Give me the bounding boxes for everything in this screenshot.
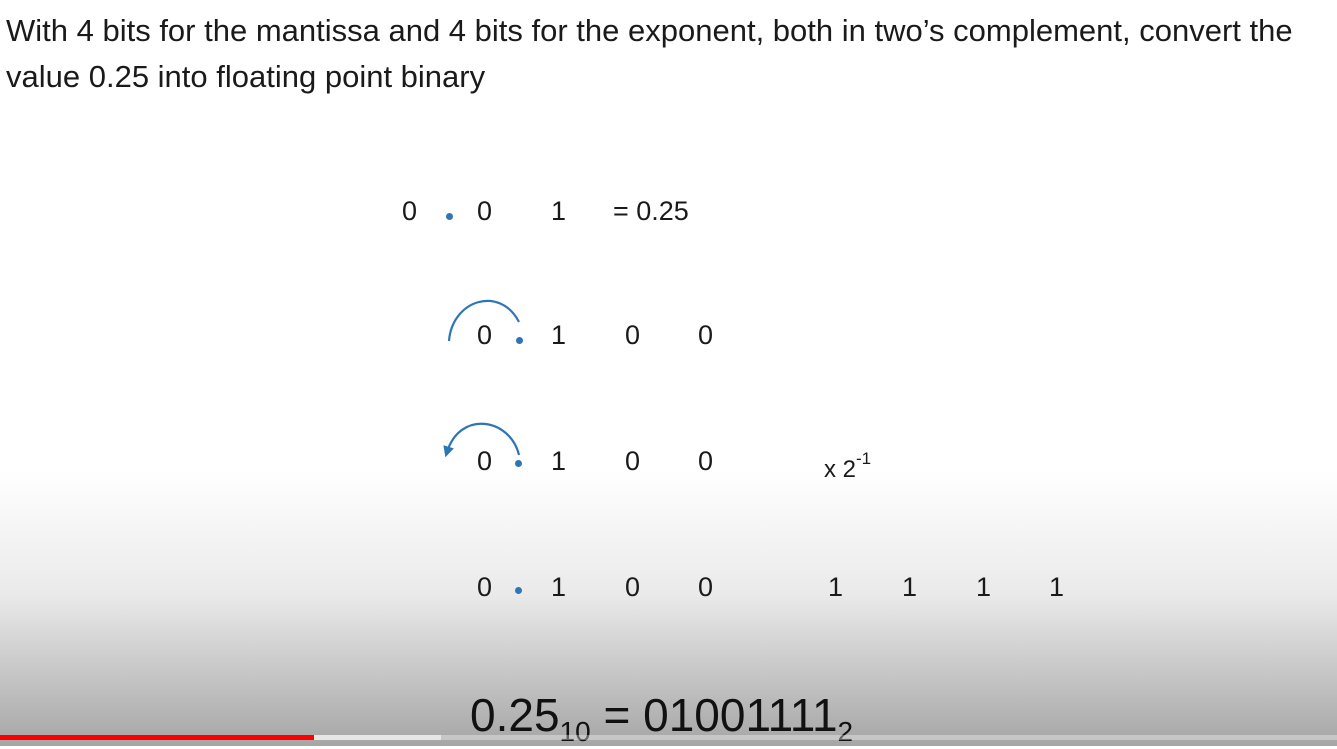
row2-digit-2: 1 xyxy=(551,320,567,350)
mantissa-bit-3: 0 xyxy=(625,572,641,602)
result-decimal: 0.25 xyxy=(470,689,560,741)
row3-digit-3: 0 xyxy=(625,446,641,476)
multiplier-exponent: -1 xyxy=(856,449,872,468)
mantissa-bit-1: 0 xyxy=(477,572,493,602)
result-equals: = xyxy=(603,689,631,741)
row2-digit-4: 0 xyxy=(698,320,714,350)
mantissa-bit-2: 1 xyxy=(551,572,567,602)
row1-equals-value: = 0.25 xyxy=(613,196,689,226)
binary-point xyxy=(515,460,522,467)
binary-point xyxy=(446,213,453,220)
result-decimal-base: 10 xyxy=(559,716,591,747)
exponent-multiplier: x 2-1 xyxy=(824,448,871,485)
row3-digit-4: 0 xyxy=(698,446,714,476)
row2-digit-3: 0 xyxy=(625,320,641,350)
row3-digit-1: 0 xyxy=(477,446,493,476)
slide-title: With 4 bits for the mantissa and 4 bits … xyxy=(6,13,1293,94)
row1-digit-1: 0 xyxy=(402,196,418,226)
shift-arrows xyxy=(443,299,521,458)
row1-digit-3: 1 xyxy=(551,196,567,226)
result-binary: 01001111 xyxy=(643,689,838,741)
row1-digit-2: 0 xyxy=(477,196,493,226)
exponent-bit-2: 1 xyxy=(902,572,918,602)
exponent-bit-3: 1 xyxy=(976,572,992,602)
multiplier-base: x 2 xyxy=(824,456,857,483)
mantissa-bit-4: 0 xyxy=(698,572,714,602)
binary-point xyxy=(515,587,522,594)
exponent-bit-1: 1 xyxy=(828,572,844,602)
progress-played xyxy=(0,735,315,740)
result-binary-base: 2 xyxy=(837,716,854,747)
row3-digit-2: 1 xyxy=(551,446,567,476)
row2-digit-1: 0 xyxy=(477,320,493,350)
exponent-bit-4: 1 xyxy=(1049,572,1065,602)
binary-point xyxy=(516,337,523,344)
video-progress-bar[interactable] xyxy=(0,735,1337,740)
